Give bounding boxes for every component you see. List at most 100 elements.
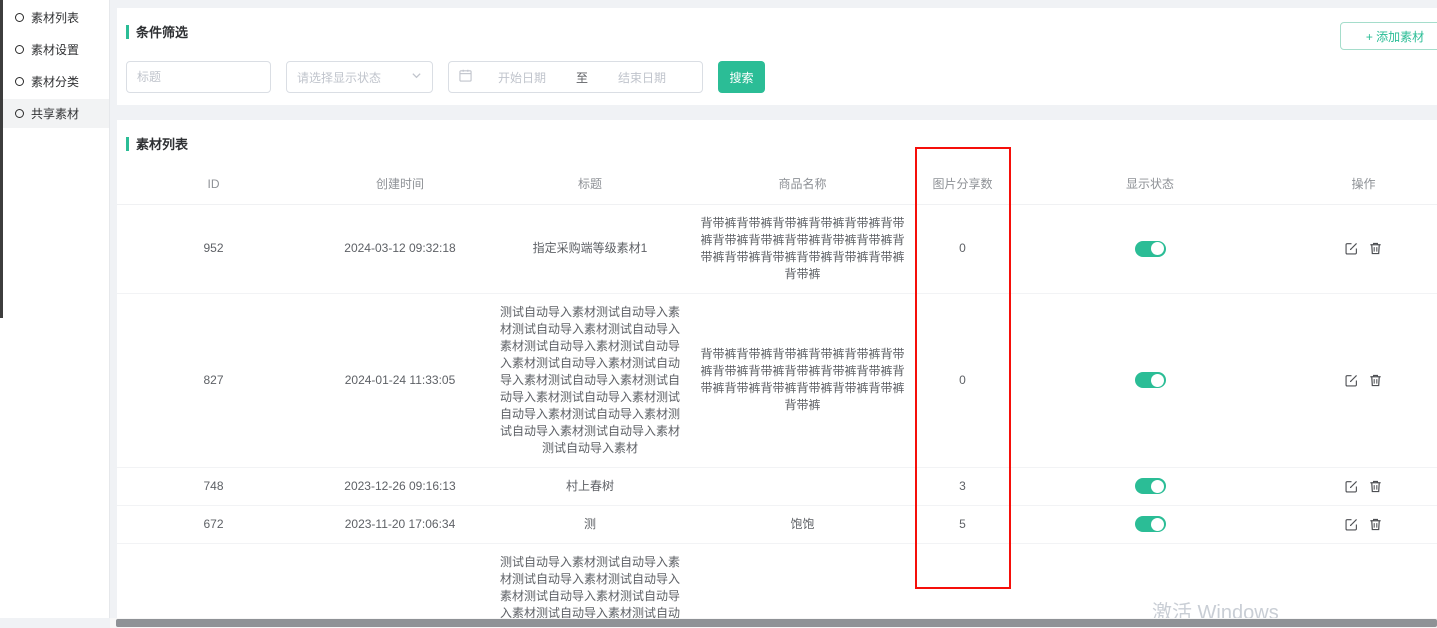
display-status-toggle[interactable] <box>1135 516 1166 532</box>
cell-status <box>1010 293 1290 467</box>
table-row: 952 2024-03-12 09:32:18 指定采购端等级素材1 背带裤背带… <box>117 204 1437 293</box>
column-header-shares: 图片分享数 <box>915 164 1010 204</box>
column-header-title: 标题 <box>490 164 690 204</box>
delete-icon[interactable] <box>1368 241 1383 256</box>
table-section-title-text: 素材列表 <box>136 134 188 153</box>
end-date-placeholder[interactable]: 结束日期 <box>592 69 692 86</box>
table-row: 827 2024-01-24 11:33:05 测试自动导入素材测试自动导入素材… <box>117 293 1437 467</box>
display-status-toggle[interactable] <box>1135 478 1166 494</box>
section-accent-bar <box>126 137 129 151</box>
cell-id: 748 <box>117 467 310 505</box>
horizontal-scrollbar-thumb[interactable] <box>116 619 1437 627</box>
cell-status <box>1010 467 1290 505</box>
edit-icon[interactable] <box>1344 517 1359 532</box>
cell-title: 测 <box>490 505 690 543</box>
select-placeholder: 请选择显示状态 <box>297 69 381 86</box>
table-row: 516 2023-08-30 10:42:14 测试自动导入素材测试自动导入素材… <box>117 543 1437 628</box>
cell-status <box>1010 204 1290 293</box>
display-status-select[interactable]: 请选择显示状态 <box>286 61 433 93</box>
cell-status <box>1010 505 1290 543</box>
display-status-toggle[interactable] <box>1135 372 1166 388</box>
sidebar-item-material-category[interactable]: 素材分类 <box>0 67 109 96</box>
cell-id: 672 <box>117 505 310 543</box>
cell-created: 2024-01-24 11:33:05 <box>310 293 490 467</box>
cell-ops <box>1290 505 1437 543</box>
cell-product: 背带裤背带裤背带裤背带裤背带裤背带裤背带裤背带裤背带裤背带裤背带裤背带裤背带裤背… <box>690 204 915 293</box>
toggle-knob <box>1151 242 1164 255</box>
cell-id: 827 <box>117 293 310 467</box>
cell-created: 2024-03-12 09:32:18 <box>310 204 490 293</box>
table-row: 672 2023-11-20 17:06:34 测 饱饱 5 <box>117 505 1437 543</box>
edit-icon[interactable] <box>1344 241 1359 256</box>
toggle-knob <box>1151 518 1164 531</box>
cell-shares: 2 <box>915 543 1010 628</box>
sidebar-item-shared-material[interactable]: 共享素材 <box>0 99 109 128</box>
sidebar-item-material-settings[interactable]: 素材设置 <box>0 35 109 64</box>
cell-created: 2023-11-20 17:06:34 <box>310 505 490 543</box>
material-list-card: 素材列表 ID 创建时间 标题 商品名称 图片分享数 显示状态 操作 952 2… <box>117 120 1437 628</box>
edit-icon[interactable] <box>1344 373 1359 388</box>
column-header-created: 创建时间 <box>310 164 490 204</box>
search-button[interactable]: 搜索 <box>718 61 765 93</box>
title-filter-input[interactable] <box>126 61 271 93</box>
cell-shares: 0 <box>915 293 1010 467</box>
cell-title: 村上春树 <box>490 467 690 505</box>
radio-circle-icon <box>15 77 24 86</box>
cell-ops <box>1290 293 1437 467</box>
radio-circle-icon <box>15 13 24 22</box>
cell-title: 指定采购端等级素材1 <box>490 204 690 293</box>
radio-circle-icon <box>15 109 24 118</box>
edit-icon[interactable] <box>1344 479 1359 494</box>
filter-section-title-text: 条件筛选 <box>136 22 188 41</box>
delete-icon[interactable] <box>1368 479 1383 494</box>
cell-title: 测试自动导入素材测试自动导入素材测试自动导入素材测试自动导入素材测试自动导入素材… <box>490 543 690 628</box>
delete-icon[interactable] <box>1368 373 1383 388</box>
radio-circle-icon <box>15 45 24 54</box>
cell-shares: 3 <box>915 467 1010 505</box>
cell-created: 2023-08-30 10:42:14 <box>310 543 490 628</box>
material-table: ID 创建时间 标题 商品名称 图片分享数 显示状态 操作 952 2024-0… <box>117 164 1437 628</box>
start-date-placeholder[interactable]: 开始日期 <box>472 69 572 86</box>
calendar-icon <box>459 69 472 85</box>
delete-icon[interactable] <box>1368 517 1383 532</box>
sidebar: 素材列表 素材设置 素材分类 共享素材 <box>0 0 110 618</box>
sidebar-item-material-list[interactable]: 素材列表 <box>0 3 109 32</box>
cell-product: 背带裤背带裤背带裤背带裤背带裤背带裤背带裤背带裤背带裤背带裤背带裤背带裤背带裤背… <box>690 293 915 467</box>
display-status-toggle[interactable] <box>1135 241 1166 257</box>
cell-title: 测试自动导入素材测试自动导入素材测试自动导入素材测试自动导入素材测试自动导入素材… <box>490 293 690 467</box>
sidebar-item-label: 素材分类 <box>31 73 79 90</box>
filter-section-title: 条件筛选 <box>117 8 1437 41</box>
cell-ops <box>1290 467 1437 505</box>
column-header-product: 商品名称 <box>690 164 915 204</box>
cell-id: 516 <box>117 543 310 628</box>
toggle-knob <box>1151 374 1164 387</box>
sidebar-item-label: 素材设置 <box>31 41 79 58</box>
section-accent-bar <box>126 25 129 39</box>
toggle-knob <box>1151 480 1164 493</box>
cell-product <box>690 467 915 505</box>
cell-id: 952 <box>117 204 310 293</box>
column-header-status: 显示状态 <box>1010 164 1290 204</box>
date-separator-label: 至 <box>572 69 592 86</box>
sidebar-item-label: 素材列表 <box>31 9 79 26</box>
add-material-button[interactable]: + 添加素材 <box>1340 22 1437 50</box>
cell-created: 2023-12-26 09:16:13 <box>310 467 490 505</box>
cell-shares: 5 <box>915 505 1010 543</box>
column-header-id: ID <box>117 164 310 204</box>
cell-product: 饱饱 <box>690 505 915 543</box>
date-range-picker[interactable]: 开始日期 至 结束日期 <box>448 61 703 93</box>
table-header-row: ID 创建时间 标题 商品名称 图片分享数 显示状态 操作 <box>117 164 1437 204</box>
cell-status <box>1010 543 1290 628</box>
chevron-down-icon <box>411 70 422 84</box>
cell-product <box>690 543 915 628</box>
table-row: 748 2023-12-26 09:16:13 村上春树 3 <box>117 467 1437 505</box>
column-header-ops: 操作 <box>1290 164 1437 204</box>
filter-controls: 请选择显示状态 开始日期 至 结束日期 搜索 <box>126 61 765 93</box>
table-section-title: 素材列表 <box>117 120 1437 153</box>
sidebar-item-label: 共享素材 <box>31 105 79 122</box>
cell-shares: 0 <box>915 204 1010 293</box>
filter-card: 条件筛选 请选择显示状态 开始日期 至 结束日期 搜索 <box>117 8 1437 105</box>
horizontal-scrollbar <box>110 618 1437 628</box>
cell-ops <box>1290 543 1437 628</box>
cell-ops <box>1290 204 1437 293</box>
